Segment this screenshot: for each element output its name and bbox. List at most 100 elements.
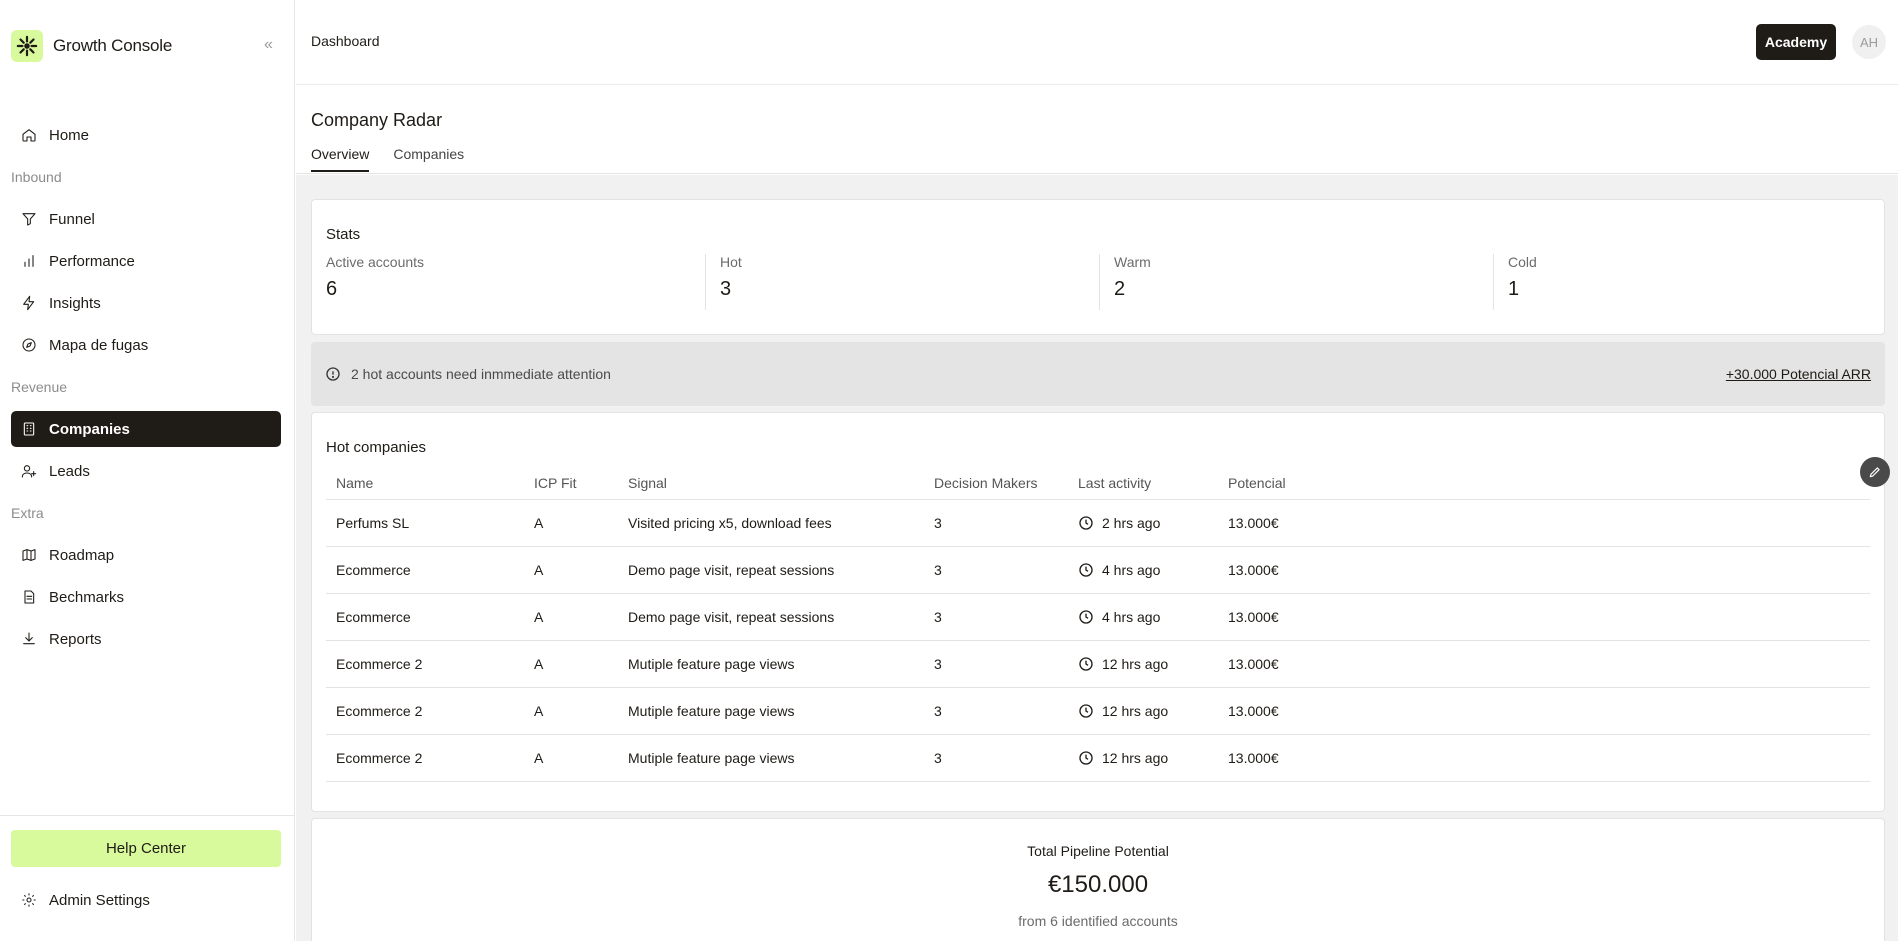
help-center-button[interactable]: Help Center — [11, 830, 281, 867]
column-header-potencial[interactable]: Potencial — [1228, 475, 1378, 491]
tab-companies[interactable]: Companies — [393, 146, 464, 172]
stat-value: 3 — [720, 278, 732, 300]
academy-button[interactable]: Academy — [1756, 24, 1836, 60]
potential-arr-link[interactable]: +30.000 Potencial ARR — [1726, 366, 1871, 382]
stat-hot: Hot 3 — [705, 254, 1099, 310]
cell-signal: Mutiple feature page views — [628, 656, 795, 672]
stats-card: Stats Active accounts 6 Hot 3 Warm 2 Col… — [311, 199, 1885, 335]
admin-settings-link[interactable]: Admin Settings — [11, 885, 295, 915]
cell-decision-makers: 3 — [934, 703, 942, 719]
sidebar-item-label: Insights — [49, 294, 101, 312]
section-revenue: Revenue — [11, 379, 68, 395]
clock-icon — [1079, 516, 1093, 530]
cell-decision-makers: 3 — [934, 609, 942, 625]
sidebar-item-roadmap[interactable]: Roadmap — [11, 537, 281, 573]
table-row[interactable]: Ecommerce A Demo page visit, repeat sessio… — [326, 594, 1870, 641]
cell-last-activity: 12 hrs ago — [1078, 750, 1228, 766]
cell-potencial: 13.000€ — [1228, 703, 1279, 719]
column-header-icp-fit[interactable]: ICP Fit — [528, 475, 628, 491]
document-icon — [24, 590, 35, 604]
sidebar-item-reports[interactable]: Reports — [11, 621, 281, 657]
brand[interactable]: Growth Console — [11, 30, 172, 62]
cell-decision-makers: 3 — [934, 656, 942, 672]
sidebar-item-mapa-de-fugas[interactable]: Mapa de fugas — [11, 327, 281, 363]
table-row[interactable]: Ecommerce A Demo page visit, repeat sessio… — [326, 547, 1870, 594]
cell-last-activity: 12 hrs ago — [1078, 703, 1228, 719]
pipeline-label: Total Pipeline Potential — [1027, 843, 1169, 859]
stat-value: 6 — [326, 278, 338, 300]
sidebar-item-label: Home — [49, 126, 90, 144]
table-row[interactable]: Ecommerce 2 A Mutiple feature page views 3 1… — [326, 688, 1870, 735]
main-content: Stats Active accounts 6 Hot 3 Warm 2 Col… — [296, 175, 1898, 941]
funnel-icon — [22, 213, 36, 226]
compass-icon — [22, 338, 36, 352]
cell-last-activity: 4 hrs ago — [1078, 562, 1228, 578]
stat-label: Active accounts — [326, 254, 425, 270]
table-header: Name ICP Fit Signal Decision Makers Last… — [326, 467, 1870, 500]
tab-overview[interactable]: Overview — [311, 146, 370, 172]
breadcrumb[interactable]: Dashboard — [311, 33, 380, 49]
stat-label: Hot — [720, 254, 742, 270]
cell-last-activity: 2 hrs ago — [1078, 515, 1228, 531]
cell-signal: Demo page visit, repeat sessions — [628, 609, 835, 625]
sidebar-nav: Home Inbound Funnel Performance Insights… — [11, 117, 281, 663]
pipeline-value: €150.000 — [1047, 871, 1149, 898]
cell-icp-fit: A — [534, 703, 544, 719]
column-header-name[interactable]: Name — [326, 475, 528, 491]
collapse-sidebar-icon[interactable]: « — [264, 36, 273, 54]
home-icon — [22, 129, 36, 142]
sidebar-item-performance[interactable]: Performance — [11, 243, 281, 279]
section-inbound: Inbound — [11, 169, 62, 185]
user-plus-icon — [21, 465, 37, 478]
hot-companies-card: Hot companies Name ICP Fit Signal Decisi… — [311, 412, 1885, 812]
pipeline-subtitle: from 6 identified accounts — [1018, 913, 1178, 929]
lightning-icon — [23, 295, 35, 311]
stat-label: Cold — [1508, 254, 1537, 270]
cell-decision-makers: 3 — [934, 515, 942, 531]
sidebar-item-label: Leads — [49, 462, 90, 480]
bar-chart-icon — [24, 255, 34, 267]
cell-icp-fit: A — [534, 656, 544, 672]
column-header-last-activity[interactable]: Last activity — [1078, 475, 1228, 491]
table-body: Perfums SL A Visited pricing x5, download … — [326, 500, 1870, 782]
sidebar-item-companies[interactable]: Companies — [11, 411, 281, 447]
cell-decision-makers: 3 — [934, 750, 942, 766]
cell-last-activity: 12 hrs ago — [1078, 656, 1228, 672]
last-activity-text: 4 hrs ago — [1102, 562, 1161, 578]
sidebar-item-label: Companies — [49, 420, 130, 438]
stat-value: 2 — [1114, 278, 1126, 300]
cell-icp-fit: A — [534, 515, 544, 531]
avatar[interactable]: AH — [1852, 25, 1886, 59]
table-row[interactable]: Ecommerce 2 A Mutiple feature page views 3 1… — [326, 735, 1870, 782]
download-icon — [23, 632, 35, 645]
edit-button[interactable] — [1860, 457, 1890, 487]
clock-icon — [1079, 610, 1093, 624]
cell-potencial: 13.000€ — [1228, 750, 1279, 766]
last-activity-text: 2 hrs ago — [1102, 515, 1161, 531]
sidebar-item-bechmarks[interactable]: Bechmarks — [11, 579, 281, 615]
cell-potencial: 13.000€ — [1228, 515, 1279, 531]
cell-name: Ecommerce — [336, 562, 411, 578]
table-row[interactable]: Ecommerce 2 A Mutiple feature page views 3 1… — [326, 641, 1870, 688]
cell-signal: Demo page visit, repeat sessions — [628, 562, 835, 578]
hot-companies-table: Name ICP Fit Signal Decision Makers Last… — [326, 467, 1870, 782]
sidebar: Growth Console « Home Inbound Funnel Per… — [0, 0, 295, 941]
sidebar-item-label: Mapa de fugas — [49, 336, 149, 354]
stat-cold: Cold 1 — [1493, 254, 1885, 310]
table-row[interactable]: Perfums SL A Visited pricing x5, download … — [326, 500, 1870, 547]
hot-companies-title: Hot companies — [326, 439, 427, 456]
sidebar-item-label: Funnel — [49, 210, 95, 228]
column-header-decision-makers[interactable]: Decision Makers — [928, 475, 1078, 491]
sidebar-item-insights[interactable]: Insights — [11, 285, 281, 321]
sidebar-item-funnel[interactable]: Funnel — [11, 201, 281, 237]
cell-name: Ecommerce 2 — [336, 703, 423, 719]
sidebar-item-home[interactable]: Home — [11, 117, 281, 153]
sidebar-item-label: Roadmap — [49, 546, 115, 564]
last-activity-text: 12 hrs ago — [1102, 703, 1169, 719]
sidebar-item-leads[interactable]: Leads — [11, 453, 281, 489]
cell-icp-fit: A — [534, 750, 544, 766]
info-circle-icon — [326, 367, 340, 381]
column-header-signal[interactable]: Signal — [628, 475, 928, 491]
sidebar-footer: Help Center Admin Settings — [0, 815, 295, 915]
cell-decision-makers: 3 — [934, 562, 942, 578]
